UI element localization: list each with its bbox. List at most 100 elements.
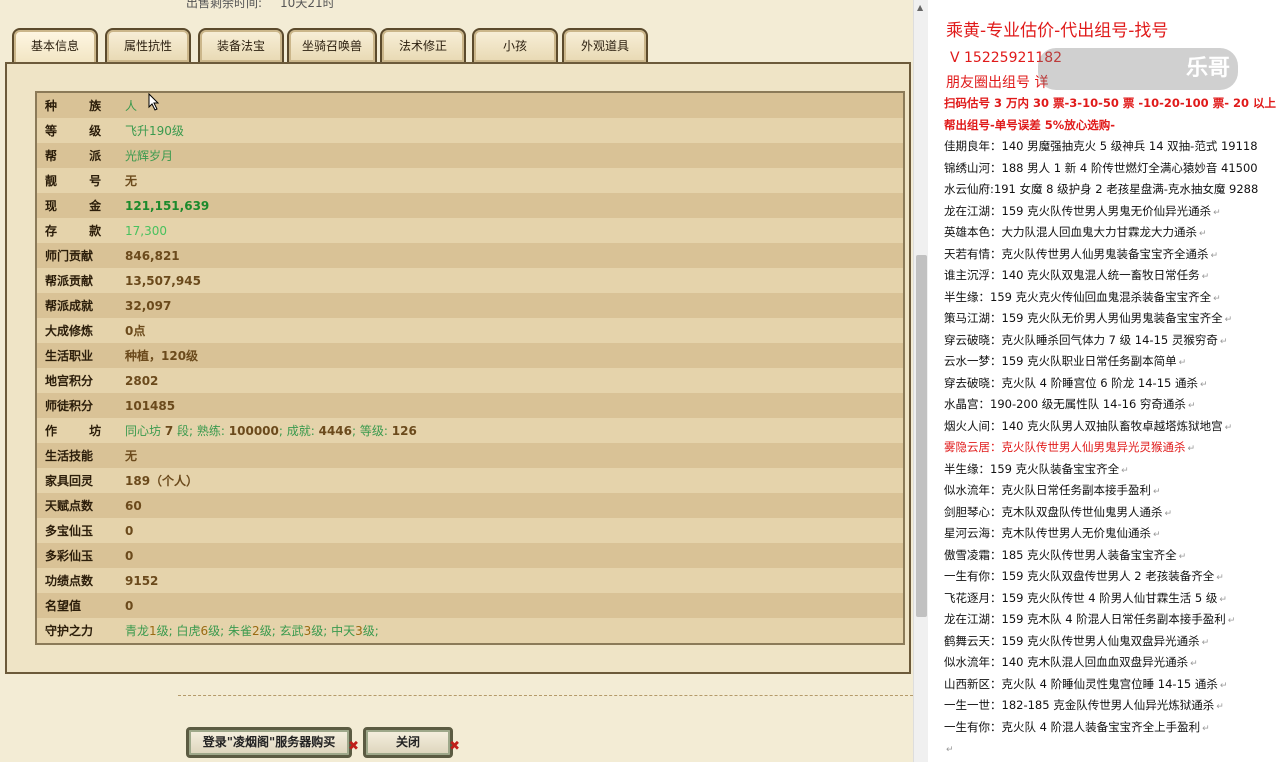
list-item: 鹤舞云天：159 克火队传世男人仙鬼双盘异光通杀 ↵ bbox=[944, 633, 1210, 648]
list-item: 天若有情：克火队传世男人仙男鬼装备宝宝齐全通杀 ↵ bbox=[944, 246, 1219, 261]
buy-button[interactable]: 登录"凌烟阁"服务器购买 ✖ bbox=[186, 727, 359, 758]
list-item: 飞花逐月：159 克火队传世 4 阶男人仙甘霖生活 5 级 ↵ bbox=[944, 590, 1227, 605]
tab-spell-correction[interactable]: 法术修正 bbox=[380, 28, 466, 62]
notes-document: 乘黄-专业估价-代出组号-找号 朋友圈出组号 详 V 15225921182 乐… bbox=[930, 0, 1280, 762]
close-mark-icon: ✖ bbox=[449, 739, 460, 754]
notes-title: 乘黄-专业估价-代出组号-找号 bbox=[946, 21, 1169, 41]
list-item: 穿去破晓：克火队 4 阶睡宫位 6 阶龙 14-15 通杀 ↵ bbox=[944, 375, 1208, 390]
notes-guarantee-line: 帮出组号-单号误差 5%放心选购- bbox=[944, 118, 1116, 132]
list-item: 英雄本色：大力队混人回血鬼大力甘霖龙大力通杀 ↵ bbox=[944, 225, 1207, 239]
row-value: 17,300 bbox=[125, 223, 167, 238]
notes-list: 佳期良年：140 男魔强抽克火 5 级神兵 14 双抽-范式 19118 锦绣山… bbox=[944, 136, 1258, 760]
row-label: 等 级 bbox=[45, 124, 116, 138]
mouse-cursor-icon bbox=[148, 93, 160, 111]
row-label: 家具回灵 bbox=[45, 474, 94, 488]
row-value: 32,097 bbox=[125, 298, 172, 313]
close-button-label: 关闭 bbox=[395, 735, 420, 749]
row-label: 守护之力 bbox=[45, 624, 94, 638]
list-item: 似水流年：140 克木队混人回血血双盘异光通杀 ↵ bbox=[944, 655, 1198, 669]
row-life-profession: 生活职业 种植，120级 bbox=[37, 343, 903, 368]
list-item: 水云仙府:191 女魔 8 级护身 2 老孩星盘满-克水抽女魔 9288 bbox=[944, 182, 1259, 196]
list-item: 锦绣山河：188 男人 1 新 4 阶传世燃灯全满心猿妙音 41500 bbox=[944, 160, 1258, 175]
row-guardian-power: 守护之力 青龙1级; 白虎6级; 朱雀2级; 玄武3级; 中天3级; bbox=[37, 618, 903, 643]
list-item: 星河云海：克木队传世男人无价鬼仙通杀 ↵ bbox=[944, 526, 1161, 540]
info-table: 种 族人 等 级飞升190级 帮 派光辉岁月 靓 号无 现 金 121,151,6… bbox=[35, 91, 905, 645]
tab-attributes[interactable]: 属性抗性 bbox=[105, 28, 191, 62]
row-value: 0 bbox=[125, 598, 134, 613]
notes-pricing-line: 扫码估号 3 万内 30 票-3-10-50 票 -10-20-100 票- 2… bbox=[944, 96, 1280, 110]
list-item: 水晶宫：190-200 级无属性队 14-16 穷奇通杀 ↵ bbox=[944, 397, 1196, 411]
row-label: 地宫积分 bbox=[45, 374, 94, 388]
row-value: 无 bbox=[125, 449, 138, 463]
row-mentor-points: 师徒积分 101485 bbox=[37, 393, 903, 418]
list-item: 龙在江湖：159 克木队 4 阶混人日常任务副本接手盈利 ↵ bbox=[944, 612, 1236, 626]
row-value: 人 bbox=[125, 99, 138, 113]
row-value: 2802 bbox=[125, 373, 159, 388]
buy-button-label: 登录"凌烟阁"服务器购买 bbox=[202, 735, 336, 749]
row-label: 名望值 bbox=[45, 599, 82, 613]
row-guild-achievement: 帮派成就 32,097 bbox=[37, 293, 903, 318]
row-value: 13,507,945 bbox=[125, 273, 201, 288]
row-duobao-jade: 多宝仙玉 0 bbox=[37, 518, 903, 543]
watermark-logo: 乐哥 bbox=[1038, 48, 1238, 90]
scrollbar[interactable]: ▲ bbox=[913, 0, 928, 762]
list-item: 佳期良年：140 男魔强抽克火 5 级神兵 14 双抽-范式 19118 bbox=[944, 139, 1258, 153]
row-label: 生活技能 bbox=[45, 449, 94, 463]
scroll-up-arrow-icon[interactable]: ▲ bbox=[917, 3, 923, 12]
list-item: 烟火人间：140 克火队男人双抽队畜牧卓越塔炼狱地宫 ↵ bbox=[944, 418, 1233, 433]
row-label: 生活职业 bbox=[45, 349, 94, 363]
row-label: 帮派贡献 bbox=[45, 274, 94, 288]
list-item: 策马江湖：159 克火队无价男人男仙男鬼装备宝宝齐全 ↵ bbox=[944, 311, 1233, 325]
row-workshop: 作 坊同心坊 7 段; 熟练: 100000; 成就: 4446; 等级: 12… bbox=[37, 418, 903, 443]
row-value: 青龙1级; 白虎6级; 朱雀2级; 玄武3级; 中天3级; bbox=[125, 624, 379, 638]
row-label: 师徒积分 bbox=[45, 399, 94, 413]
row-value: 飞升190级 bbox=[125, 124, 184, 138]
tab-mounts-pets[interactable]: 坐骑召唤兽 bbox=[287, 28, 377, 62]
row-deposit: 存 款 17,300 bbox=[37, 218, 903, 243]
row-cultivation: 大成修炼 0点 bbox=[37, 318, 903, 343]
row-value: 0点 bbox=[125, 324, 146, 338]
sale-time-line: 出售剩余时间: 10天21时 bbox=[186, 0, 335, 11]
row-label: 功绩点数 bbox=[45, 574, 94, 588]
row-label: 多彩仙玉 bbox=[45, 549, 94, 563]
close-mark-icon: ✖ bbox=[348, 739, 359, 754]
row-value: 9152 bbox=[125, 573, 159, 588]
row-dungeon-points: 地宫积分 2802 bbox=[37, 368, 903, 393]
row-value: 无 bbox=[125, 174, 138, 188]
list-item: 剑胆琴心：克木队双盘队传世仙鬼男人通杀 ↵ bbox=[944, 504, 1173, 519]
row-value: 0 bbox=[125, 523, 134, 538]
info-panel: 种 族人 等 级飞升190级 帮 派光辉岁月 靓 号无 现 金 121,151,6… bbox=[5, 62, 911, 674]
game-window: 出售剩余时间: 10天21时 基本信息 属性抗性 装备法宝 坐骑召唤兽 法术修正 … bbox=[0, 0, 913, 762]
tab-appearance[interactable]: 外观道具 bbox=[562, 28, 648, 62]
row-label: 帮派成就 bbox=[45, 299, 94, 313]
tab-children[interactable]: 小孩 bbox=[472, 28, 558, 62]
list-item: 傲雪凌霜：185 克火队传世男人装备宝宝齐全 ↵ bbox=[944, 547, 1187, 562]
row-label: 大成修炼 bbox=[45, 324, 94, 338]
tab-equipment[interactable]: 装备法宝 bbox=[198, 28, 284, 62]
list-item: ↵ bbox=[946, 745, 954, 755]
row-label: 天赋点数 bbox=[45, 499, 94, 513]
row-label: 靓 号 bbox=[45, 174, 116, 188]
list-item: 龙在江湖：159 克火队传世男人男鬼无价仙异光通杀 ↵ bbox=[944, 203, 1221, 218]
row-label: 种 族 bbox=[45, 99, 116, 113]
row-school-contribution: 师门贡献 846,821 bbox=[37, 243, 903, 268]
list-item: 一生有你：克火队 4 阶混人装备宝宝齐全上手盈利 ↵ bbox=[944, 719, 1210, 734]
list-item: 半生缘：159 克火克火传仙回血鬼混杀装备宝宝齐全 ↵ bbox=[944, 289, 1221, 304]
row-value: 光辉岁月 bbox=[125, 149, 174, 163]
close-button[interactable]: 关闭 ✖ bbox=[363, 727, 460, 758]
tab-basic-info[interactable]: 基本信息 bbox=[12, 28, 98, 64]
row-value: 846,821 bbox=[125, 248, 180, 263]
row-label: 帮 派 bbox=[45, 149, 116, 163]
row-duocai-jade: 多彩仙玉 0 bbox=[37, 543, 903, 568]
row-guild-contribution: 帮派贡献 13,507,945 bbox=[37, 268, 903, 293]
row-value: 同心坊 7 段; 熟练: 100000; 成就: 4446; 等级: 126 bbox=[125, 424, 417, 438]
row-life-skill: 生活技能 无 bbox=[37, 443, 903, 468]
row-value: 189（个人） bbox=[125, 474, 199, 488]
scrollbar-thumb[interactable] bbox=[916, 255, 927, 617]
list-item-highlight: 雾隐云居：克火队传世男人仙男鬼异光灵猴通杀 ↵ bbox=[944, 440, 1196, 454]
divider bbox=[178, 695, 913, 696]
list-item: 一生一世：182-185 克金队传世男人仙异光炼狱通杀 ↵ bbox=[944, 698, 1224, 712]
row-cash: 现 金 121,151,639 bbox=[37, 193, 903, 218]
list-item: 山西新区：克火队 4 阶睡仙灵性鬼宫位睡 14-15 通杀 ↵ bbox=[944, 676, 1228, 691]
row-label: 现 金 bbox=[45, 199, 116, 213]
